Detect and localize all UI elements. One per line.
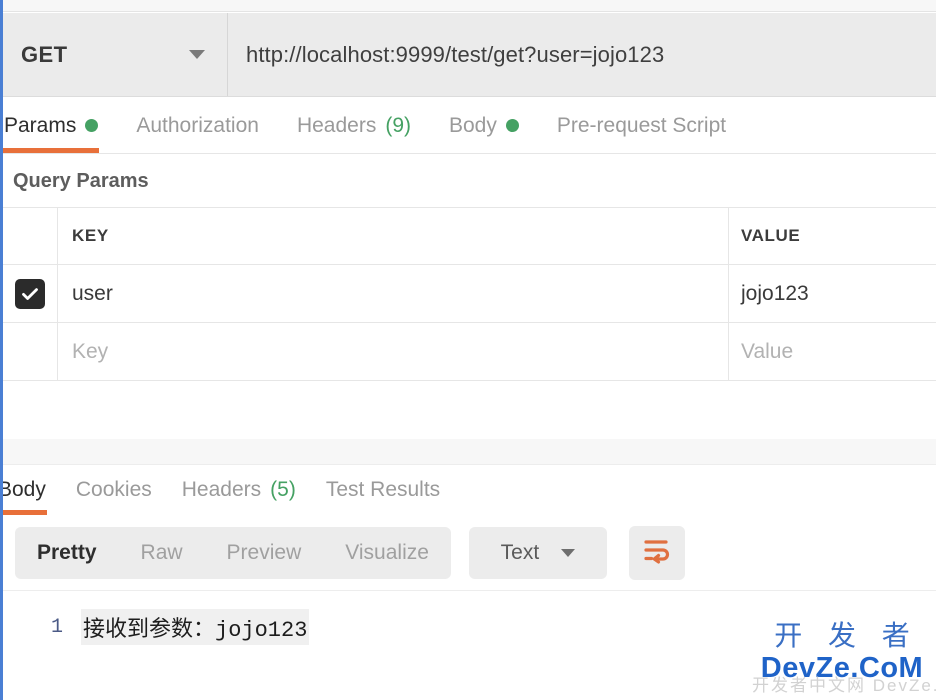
word-wrap-button[interactable] (628, 525, 685, 580)
column-header-key: KEY (72, 226, 109, 245)
empty-row-key-placeholder: Key (72, 339, 109, 363)
format-tab-preview[interactable]: Preview (227, 541, 302, 565)
table-row: user jojo123 (3, 265, 936, 323)
header-key-cell: KEY (58, 208, 729, 264)
row-value-text: jojo123 (741, 281, 809, 305)
tab-body-label: Body (449, 113, 497, 137)
format-tab-visualize[interactable]: Visualize (345, 541, 429, 565)
response-tab-cookies[interactable]: Cookies (75, 465, 153, 515)
header-checkbox-cell (3, 208, 58, 264)
empty-row-value-cell[interactable]: Value (729, 323, 936, 380)
body-modified-dot-icon (505, 119, 519, 132)
params-modified-dot-icon (85, 119, 99, 132)
checkbox-checked-icon[interactable] (15, 278, 45, 309)
response-tab-test-results[interactable]: Test Results (325, 465, 441, 515)
response-tab-cookies-label: Cookies (75, 478, 152, 501)
tab-pre-request-script[interactable]: Pre-request Script (556, 98, 727, 153)
response-tab-headers[interactable]: Headers (5) (181, 465, 297, 515)
tab-pre-request-script-label: Pre-request Script (556, 113, 727, 137)
code-line-text: 接收到参数：jojo123 (81, 609, 310, 645)
tab-body[interactable]: Body (448, 98, 520, 153)
content-type-select[interactable]: Text (468, 526, 607, 579)
empty-row-value-placeholder: Value (741, 339, 794, 363)
row-key-cell[interactable]: user (58, 265, 729, 322)
query-params-title: Query Params (3, 155, 936, 207)
chevron-down-icon (561, 548, 576, 557)
format-tab-pretty[interactable]: Pretty (37, 541, 97, 565)
postman-request-response-pane: GET http://localhost:9999/test/get?user=… (0, 0, 936, 700)
tab-headers-count: (9) (385, 113, 411, 137)
header-value-cell: VALUE (729, 208, 936, 264)
top-strip (3, 0, 936, 12)
table-header-row: KEY VALUE (3, 208, 936, 265)
format-tab-group: Pretty Raw Preview Visualize (15, 526, 451, 579)
row-value-cell[interactable]: jojo123 (729, 265, 936, 322)
url-bar: GET http://localhost:9999/test/get?user=… (3, 13, 936, 97)
response-tabs: Body Cookies Headers (5) Test Results (3, 465, 936, 515)
code-line: 1 接收到参数：jojo123 (3, 591, 936, 645)
response-tab-body[interactable]: Body (3, 465, 47, 515)
column-header-value: VALUE (741, 226, 801, 245)
response-tab-test-results-label: Test Results (325, 478, 441, 501)
line-number: 1 (50, 615, 63, 639)
url-input[interactable]: http://localhost:9999/test/get?user=jojo… (228, 13, 936, 96)
url-text: http://localhost:9999/test/get?user=jojo… (246, 41, 665, 67)
http-method-select[interactable]: GET (3, 13, 228, 96)
table-row-empty: Key Value (3, 323, 936, 381)
tab-params[interactable]: Params (3, 98, 100, 153)
empty-row-checkbox-cell[interactable] (3, 323, 58, 380)
query-params-table: KEY VALUE user jojo123 Key Value (3, 207, 936, 381)
format-tab-raw[interactable]: Raw (141, 541, 183, 565)
pane-splitter[interactable] (3, 439, 936, 465)
tab-headers[interactable]: Headers (9) (296, 98, 412, 153)
tab-authorization-label: Authorization (136, 113, 259, 137)
response-tab-headers-label: Headers (181, 478, 262, 501)
word-wrap-icon (642, 536, 672, 569)
chevron-down-icon (189, 50, 205, 59)
request-tabs: Params Authorization Headers (9) Body Pr… (3, 98, 936, 154)
response-format-toolbar: Pretty Raw Preview Visualize Text (3, 515, 936, 591)
response-body-viewer[interactable]: 1 接收到参数：jojo123 (3, 591, 936, 700)
row-checkbox-cell[interactable] (3, 265, 58, 322)
tab-params-label: Params (4, 113, 77, 137)
tab-headers-label: Headers (296, 113, 377, 137)
tab-authorization[interactable]: Authorization (135, 98, 260, 153)
response-tab-headers-count: (5) (270, 478, 296, 501)
content-type-label: Text (500, 540, 540, 564)
empty-row-key-cell[interactable]: Key (58, 323, 729, 380)
row-key-text: user (72, 281, 113, 305)
response-tab-body-label: Body (3, 478, 46, 501)
http-method-label: GET (21, 41, 68, 67)
